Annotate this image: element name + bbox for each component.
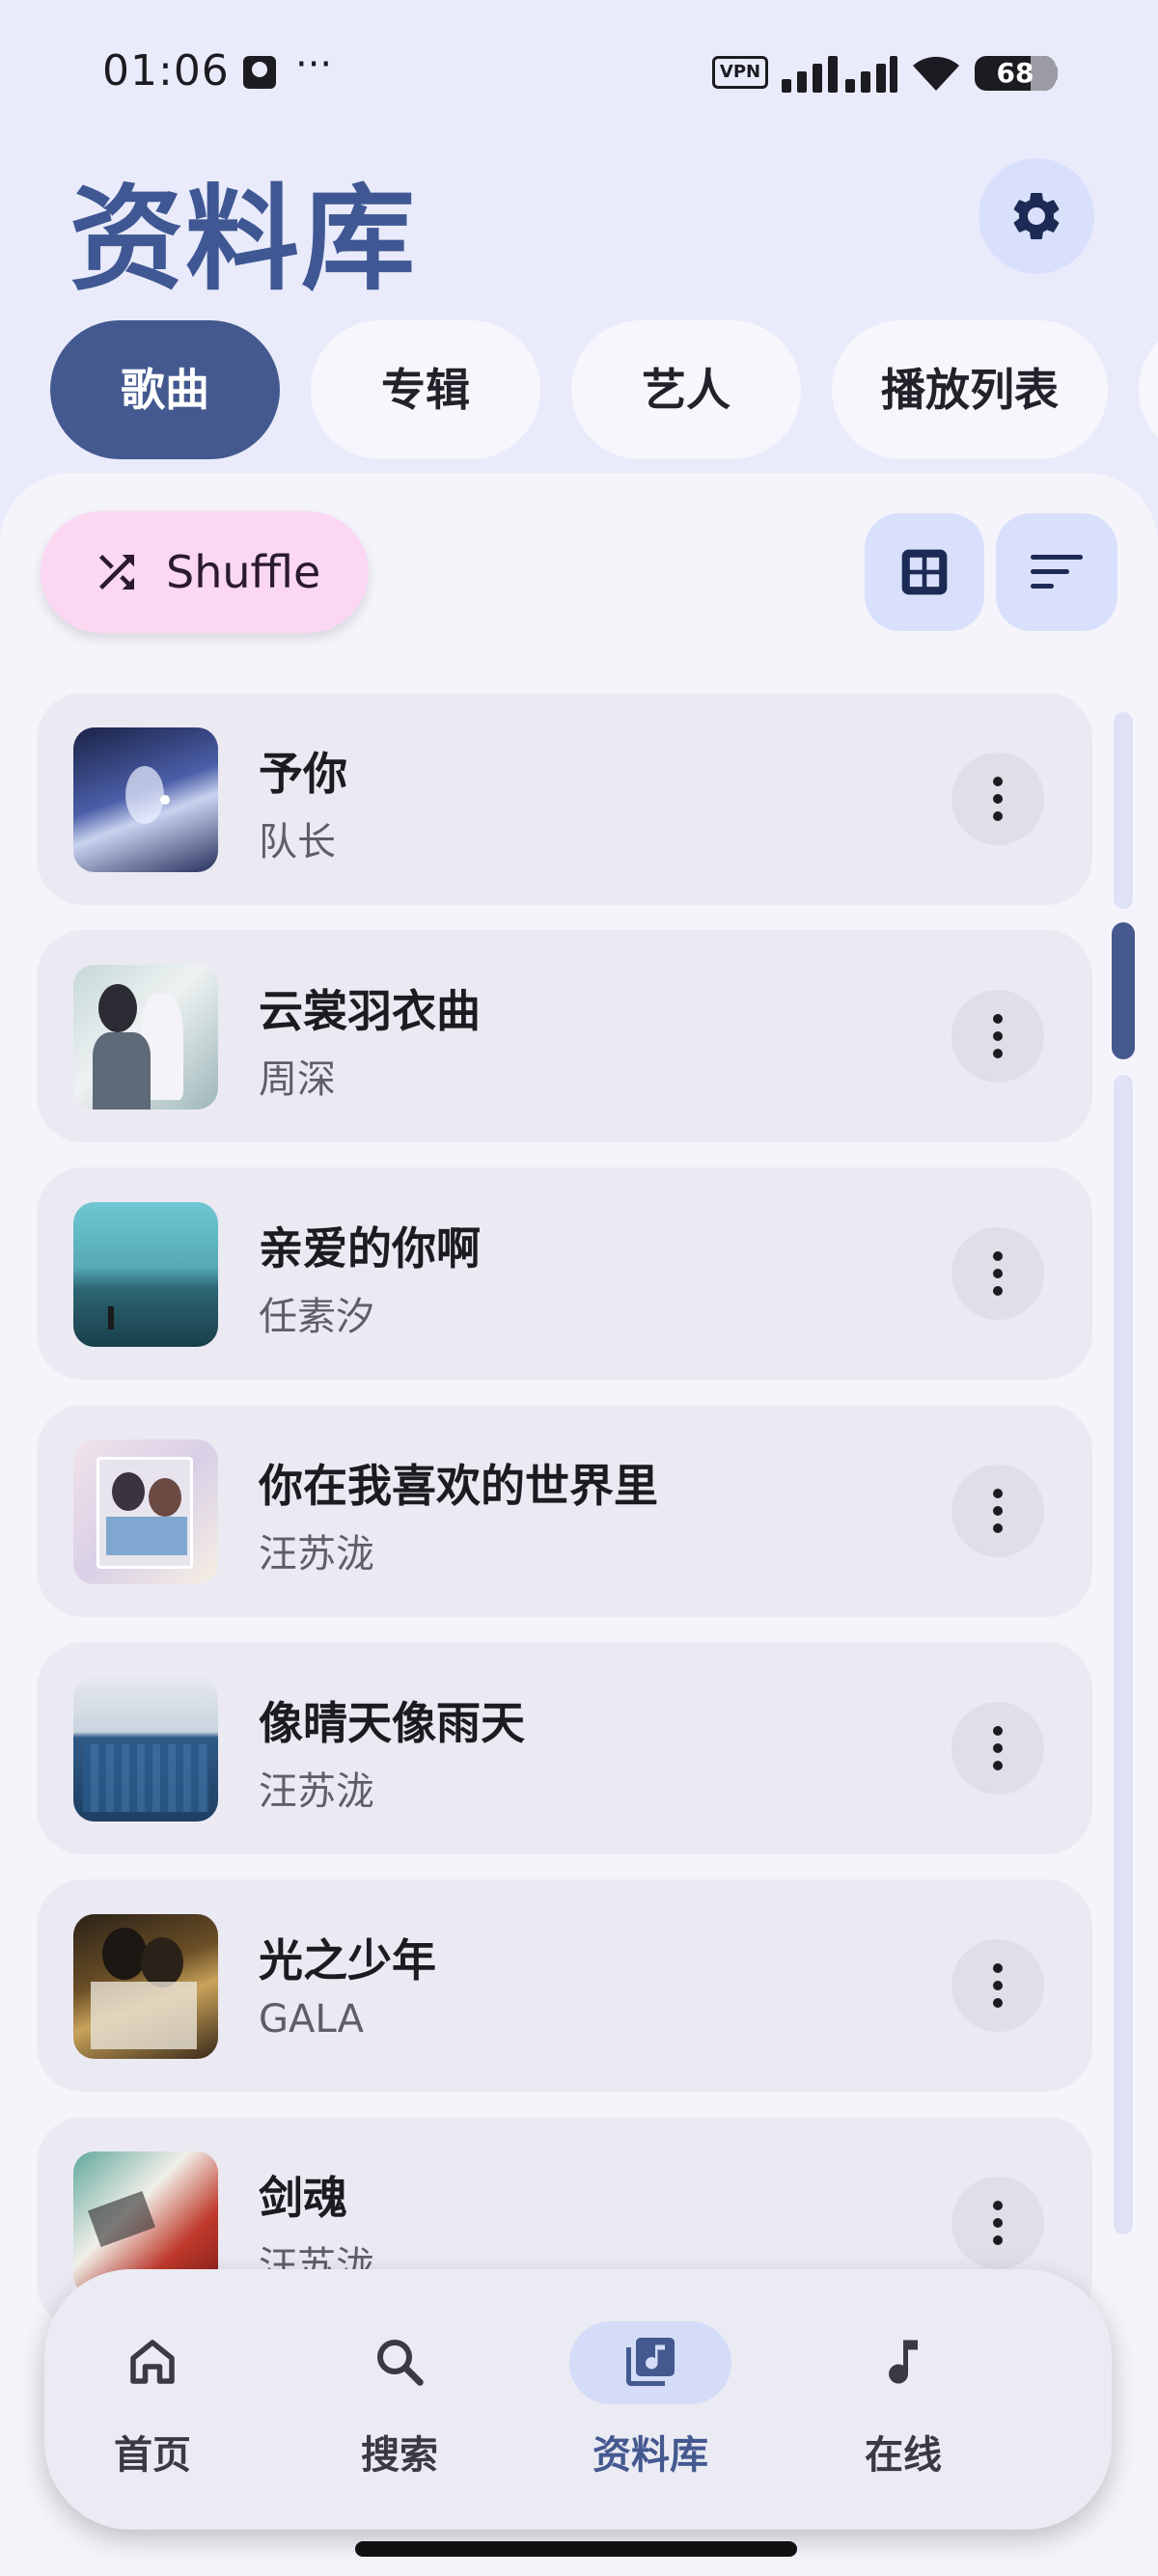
nav-label: 在线 [865,2433,942,2478]
album-cover [73,1677,218,1822]
song-title: 云裳羽衣曲 [259,985,481,1037]
home-icon [130,2340,175,2384]
battery-icon: 68 [975,56,1056,91]
album-cover [73,727,218,872]
more-options-button[interactable] [951,2177,1044,2269]
more-options-button[interactable] [951,1939,1044,2032]
more-vertical-icon [993,2201,1003,2245]
song-title: 像晴天像雨天 [259,1697,525,1749]
wifi-icon [913,56,959,91]
album-cover [73,1914,218,2059]
song-artist: GALA [259,1997,364,2042]
nav-online[interactable]: 在线 [797,2269,1009,2530]
search-icon [377,2340,424,2386]
grid-view-icon [901,549,948,595]
bottom-navigation: 首页 搜索 资料库 在线 [44,2269,1112,2530]
settings-button[interactable] [979,158,1094,274]
grid-view-button[interactable] [865,513,984,631]
list-item[interactable]: 你在我喜欢的世界里 汪苏泷 [37,1405,1092,1617]
battery-level: 68 [996,57,1034,89]
vpn-badge: VPN [712,56,768,89]
shuffle-icon [99,555,134,589]
more-options-button[interactable] [951,990,1044,1082]
more-vertical-icon [993,1726,1003,1770]
more-notifications-icon: ··· [295,42,333,87]
tab-songs[interactable]: 歌曲 [50,320,280,459]
song-artist: 汪苏泷 [259,1769,374,1814]
shuffle-button[interactable]: Shuffle [41,511,369,633]
album-cover [73,965,218,1110]
nav-label: 首页 [114,2433,191,2478]
nav-library[interactable]: 资料库 [544,2269,757,2530]
music-note-icon [889,2340,918,2384]
song-artist: 队长 [259,820,336,864]
more-vertical-icon [993,1489,1003,1533]
album-cover [73,1202,218,1347]
page-title: 资料库 [69,173,418,306]
status-bar: 01:06 ··· VPN 68 [0,0,1158,145]
more-options-button[interactable] [951,1227,1044,1320]
list-item[interactable]: 云裳羽衣曲 周深 [37,930,1092,1142]
library-tabs: 歌曲 专辑 艺人 播放列表 [0,320,1158,459]
song-title: 剑魂 [259,2172,347,2224]
nav-home[interactable]: 首页 [46,2269,259,2530]
status-time: 01:06 [102,46,230,96]
list-item[interactable]: 予你 队长 [37,693,1092,905]
sort-button[interactable] [996,513,1117,631]
more-options-button[interactable] [951,753,1044,845]
signal-icon [782,54,897,93]
nav-label: 资料库 [593,2433,708,2478]
song-title: 亲爱的你啊 [259,1222,481,1274]
scrollbar-thumb[interactable] [1112,922,1135,1059]
shuffle-label: Shuffle [166,546,321,598]
list-item[interactable]: 亲爱的你啊 任素汐 [37,1167,1092,1380]
more-options-button[interactable] [951,1465,1044,1557]
song-artist: 任素汐 [259,1295,374,1339]
tab-artists[interactable]: 艺人 [571,320,801,459]
song-artist: 汪苏泷 [259,1532,374,1576]
list-item[interactable]: 光之少年 GALA [37,1879,1092,2092]
sort-icon [1031,555,1083,589]
library-music-icon [626,2338,675,2386]
nav-label: 搜索 [361,2433,438,2478]
gear-icon [1013,192,1060,239]
home-indicator[interactable] [355,2541,797,2557]
album-cover [73,1439,218,1584]
more-vertical-icon [993,1251,1003,1296]
more-vertical-icon [993,777,1003,821]
tab-playlists[interactable]: 播放列表 [832,320,1108,459]
more-options-button[interactable] [951,1702,1044,1795]
tab-albums[interactable]: 专辑 [311,320,540,459]
tab-more[interactable] [1139,320,1158,459]
more-vertical-icon [993,1963,1003,2008]
song-title: 光之少年 [259,1934,436,1987]
more-vertical-icon [993,1014,1003,1058]
notification-icon [243,56,276,89]
nav-search[interactable]: 搜索 [293,2269,506,2530]
song-artist: 周深 [259,1057,336,1102]
list-item[interactable]: 像晴天像雨天 汪苏泷 [37,1642,1092,1854]
song-title: 予你 [259,748,347,800]
song-title: 你在我喜欢的世界里 [259,1460,658,1512]
